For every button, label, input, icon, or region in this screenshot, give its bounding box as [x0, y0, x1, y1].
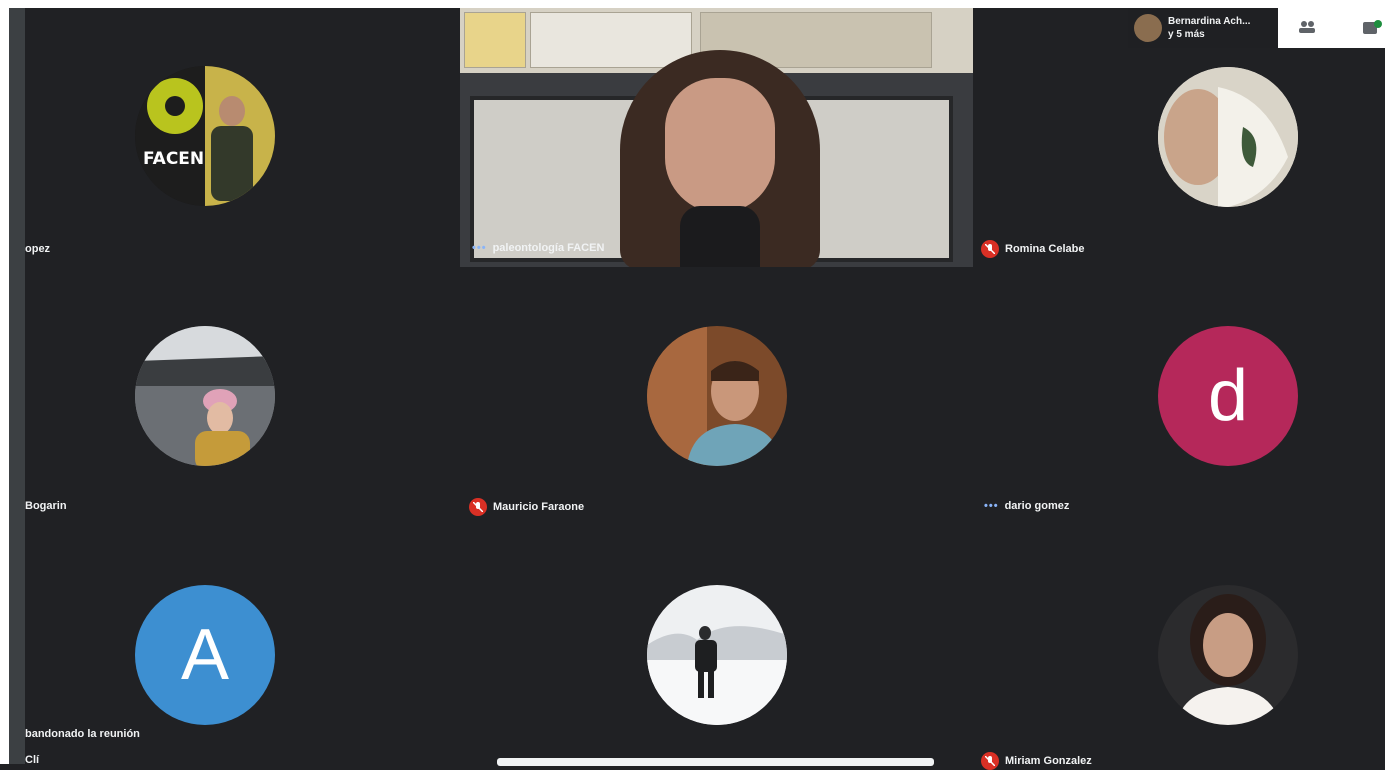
avatar-bogarin [135, 326, 275, 466]
window-top-strip [0, 0, 1385, 8]
avatar-miriam [1158, 585, 1298, 725]
avatar-facen: FACEN [135, 66, 275, 206]
avatar-romina [1158, 67, 1298, 207]
speaking-dots-icon: ••• [472, 242, 487, 254]
left-side-bar [9, 8, 25, 764]
avatar-initial: A [180, 615, 230, 695]
chip-avatar [1134, 14, 1162, 42]
participant-name: Miriam Gonzalez [981, 752, 1092, 770]
people-icon[interactable] [1298, 20, 1316, 34]
participant-name-partial: Clí [25, 754, 40, 766]
mic-off-icon [981, 240, 999, 258]
chip-line2: y 5 más [1168, 29, 1205, 40]
participant-status: bandonado la reunión [25, 728, 140, 740]
avatar-dario: d [1158, 326, 1298, 466]
speaking-dots-icon: ••• [984, 500, 999, 512]
avatar-snow [647, 585, 787, 725]
svg-text:FACEN: FACEN [143, 149, 204, 169]
mic-off-icon [981, 752, 999, 770]
mic-off-icon [469, 498, 487, 516]
avatar-initial: d [1207, 356, 1249, 436]
bottom-text-field[interactable] [497, 758, 934, 766]
participants-chip[interactable]: Bernardina Ach... y 5 más [1128, 8, 1278, 48]
participant-name: Romina Celabe [981, 240, 1084, 258]
participant-name: Bogarin [25, 500, 67, 512]
participant-name: ••• dario gomez [984, 500, 1070, 512]
avatar-a: A [135, 585, 275, 725]
chat-icon[interactable] [1362, 20, 1382, 38]
facen-logo-icon: FACEN [135, 66, 275, 206]
window-left-edge [0, 8, 9, 764]
side-panel-toolbar [1278, 8, 1385, 48]
participant-name: Mauricio Faraone [469, 498, 584, 516]
participant-name: opez [25, 243, 51, 255]
presenter-name: ••• paleontología FACEN [472, 242, 605, 254]
presenter-video[interactable]: ••• paleontología FACEN [460, 8, 973, 267]
chip-line1: Bernardina Ach... [1168, 16, 1251, 27]
avatar-mauricio [647, 326, 787, 466]
